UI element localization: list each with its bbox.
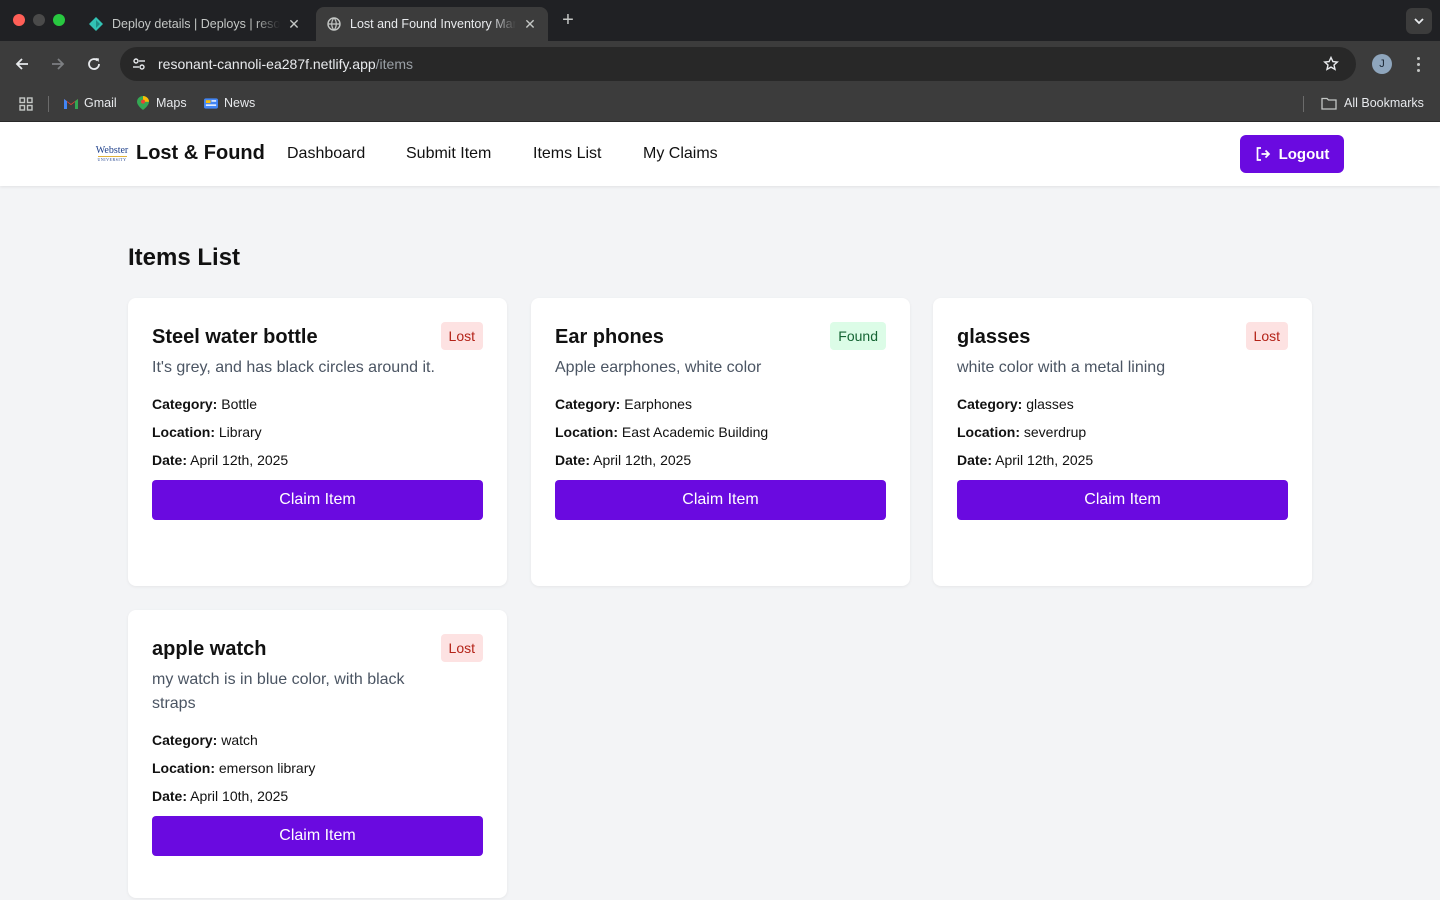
url-text: resonant-cannoli-ea287f.netlify.app/item… bbox=[158, 56, 1314, 72]
nav-my-claims[interactable]: My Claims bbox=[643, 145, 718, 163]
item-date: Date: April 12th, 2025 bbox=[555, 452, 692, 468]
window-minimize-button[interactable] bbox=[33, 14, 45, 26]
tab-title: Lost and Found Inventory Manager bbox=[350, 17, 516, 31]
all-bookmarks-button[interactable]: All Bookmarks bbox=[1320, 96, 1424, 110]
bookmark-label: Gmail bbox=[84, 96, 117, 110]
logout-icon bbox=[1256, 147, 1270, 161]
item-category: Category: Earphones bbox=[555, 396, 692, 412]
chevron-down-icon bbox=[1414, 18, 1424, 25]
bookmark-label: News bbox=[224, 96, 256, 110]
bookmark-divider bbox=[48, 96, 49, 112]
logout-button[interactable]: Logout bbox=[1240, 135, 1344, 173]
tab-close-icon[interactable]: ✕ bbox=[522, 16, 538, 33]
reload-button[interactable] bbox=[82, 52, 106, 76]
webster-university-logo[interactable]: Webster UNIVERSITY bbox=[95, 144, 129, 164]
item-location: Location: emerson library bbox=[152, 760, 316, 776]
browser-tab-strip: Deploy details | Deploys | resonant-cann… bbox=[0, 0, 1440, 41]
nav-dashboard[interactable]: Dashboard bbox=[287, 145, 365, 163]
item-card: Ear phones Found Apple earphones, white … bbox=[531, 298, 910, 586]
item-description: It's grey, and has black circles around … bbox=[152, 359, 435, 376]
nav-submit-item[interactable]: Submit Item bbox=[406, 145, 491, 163]
item-title: Steel water bottle bbox=[152, 326, 318, 348]
item-card: glasses Lost white color with a metal li… bbox=[933, 298, 1312, 586]
site-info-icon[interactable] bbox=[122, 47, 156, 81]
item-card: apple watch Lost my watch is in blue col… bbox=[128, 610, 507, 898]
new-tab-button[interactable]: + bbox=[558, 10, 578, 30]
item-category: Category: glasses bbox=[957, 396, 1074, 412]
nav-items-list[interactable]: Items List bbox=[533, 145, 601, 163]
browser-toolbar: resonant-cannoli-ea287f.netlify.app/item… bbox=[0, 41, 1440, 87]
status-badge: Found bbox=[830, 322, 886, 350]
item-title: Ear phones bbox=[555, 326, 664, 348]
app-brand[interactable]: Lost & Found bbox=[136, 142, 265, 165]
status-badge: Lost bbox=[1245, 322, 1288, 350]
bookmark-maps[interactable]: Maps bbox=[136, 96, 187, 110]
bookmark-gmail[interactable]: Gmail bbox=[64, 96, 117, 110]
netlify-icon bbox=[88, 16, 104, 32]
forward-button[interactable] bbox=[46, 52, 70, 76]
gmail-icon bbox=[64, 96, 78, 110]
claim-item-button[interactable]: Claim Item bbox=[957, 480, 1288, 520]
tab-close-icon[interactable]: ✕ bbox=[286, 16, 302, 33]
folder-icon bbox=[1320, 96, 1338, 110]
item-description: my watch is in blue color, with black st… bbox=[152, 671, 405, 712]
item-date: Date: April 12th, 2025 bbox=[957, 452, 1094, 468]
url-path: /items bbox=[375, 56, 414, 72]
maps-icon bbox=[136, 96, 150, 110]
bookmark-news[interactable]: News bbox=[204, 96, 255, 110]
globe-icon bbox=[326, 16, 342, 32]
item-title: glasses bbox=[957, 326, 1031, 348]
bookmark-label: Maps bbox=[156, 96, 187, 110]
tab-search-button[interactable] bbox=[1406, 8, 1432, 34]
item-location: Location: East Academic Building bbox=[555, 424, 769, 440]
item-category: Category: watch bbox=[152, 732, 258, 748]
page-title: Items List bbox=[128, 244, 241, 271]
item-description: white color with a metal lining bbox=[957, 359, 1166, 376]
tab-title: Deploy details | Deploys | resonant-cann… bbox=[112, 17, 280, 31]
logo-text: Webster bbox=[95, 145, 129, 156]
address-bar[interactable]: resonant-cannoli-ea287f.netlify.app/item… bbox=[120, 47, 1356, 81]
browser-tab-deploy-details[interactable]: Deploy details | Deploys | resonant-cann… bbox=[78, 7, 312, 41]
back-button[interactable] bbox=[10, 52, 34, 76]
item-title: apple watch bbox=[152, 638, 267, 660]
claim-item-button[interactable]: Claim Item bbox=[152, 480, 483, 520]
app-header: Webster UNIVERSITY Lost & Found Dashboar… bbox=[0, 122, 1440, 186]
item-date: Date: April 10th, 2025 bbox=[152, 788, 289, 804]
item-card: Steel water bottle Lost It's grey, and h… bbox=[128, 298, 507, 586]
item-location: Location: Library bbox=[152, 424, 262, 440]
arrow-right-icon bbox=[52, 58, 65, 70]
browser-tab-lost-and-found[interactable]: Lost and Found Inventory Manager ✕ bbox=[316, 7, 548, 41]
arrow-left-icon bbox=[15, 58, 28, 70]
bookmarks-bar: Gmail Maps News All Bookmarks bbox=[0, 87, 1440, 122]
claim-item-button[interactable]: Claim Item bbox=[152, 816, 483, 856]
all-bookmarks-label: All Bookmarks bbox=[1344, 96, 1424, 110]
apps-grid-icon[interactable] bbox=[18, 96, 34, 112]
item-category: Category: Bottle bbox=[152, 396, 258, 412]
logo-subtext: UNIVERSITY bbox=[97, 156, 127, 162]
item-date: Date: April 12th, 2025 bbox=[152, 452, 289, 468]
profile-avatar[interactable]: J bbox=[1372, 54, 1392, 74]
window-close-button[interactable] bbox=[13, 14, 25, 26]
item-location: Location: severdrup bbox=[957, 424, 1087, 440]
reload-icon bbox=[88, 58, 100, 70]
status-badge: Lost bbox=[440, 322, 483, 350]
status-badge: Lost bbox=[440, 634, 483, 662]
url-host: resonant-cannoli-ea287f.netlify.app bbox=[158, 56, 376, 72]
item-description: Apple earphones, white color bbox=[555, 359, 762, 376]
window-zoom-button[interactable] bbox=[53, 14, 65, 26]
bookmark-star-icon[interactable] bbox=[1314, 47, 1348, 81]
claim-item-button[interactable]: Claim Item bbox=[555, 480, 886, 520]
browser-menu-icon[interactable] bbox=[1408, 53, 1428, 75]
bookmark-divider bbox=[1303, 96, 1304, 112]
logout-label: Logout bbox=[1278, 145, 1330, 163]
news-icon bbox=[204, 96, 218, 110]
